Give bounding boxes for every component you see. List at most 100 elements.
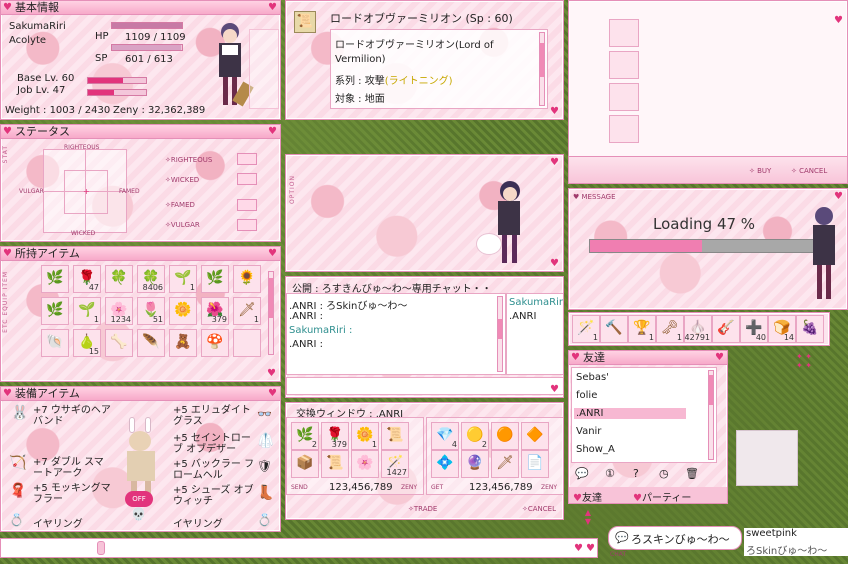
- help-icon[interactable]: ?: [633, 467, 639, 480]
- buy-button[interactable]: ✧ BUY: [749, 167, 771, 175]
- option-side-tab[interactable]: OPTION: [289, 175, 296, 204]
- equip-left-1[interactable]: +7 ウサギのヘアバンド: [33, 405, 113, 427]
- trade-get-slot[interactable]: 🟡 2: [461, 422, 489, 450]
- inventory-slot[interactable]: 🌼: [169, 297, 197, 325]
- trade-get-slot[interactable]: 🟠: [491, 422, 519, 450]
- friend-item[interactable]: Sebas': [574, 372, 686, 383]
- trade-get-slot[interactable]: 💎 4: [431, 422, 459, 450]
- inventory-slot[interactable]: 🍀: [105, 265, 133, 293]
- inventory-slot[interactable]: [233, 329, 261, 357]
- friend-item[interactable]: Vanir: [574, 426, 686, 437]
- close-heart-button[interactable]: ♥: [550, 106, 559, 117]
- option-close-heart-bottom[interactable]: ♥: [550, 258, 559, 269]
- skill-scrollbar[interactable]: [539, 32, 545, 106]
- trade-cancel-button[interactable]: ✧CANCEL: [522, 505, 556, 513]
- inventory-slot[interactable]: 🌷 51: [137, 297, 165, 325]
- friends-close[interactable]: ♥: [715, 352, 724, 363]
- message-close-heart[interactable]: ♥: [834, 191, 843, 202]
- chat-member[interactable]: SakumaRir: [509, 297, 563, 308]
- friends-scrollbar[interactable]: [708, 370, 714, 460]
- trade-button[interactable]: ✧TRADE: [408, 505, 437, 513]
- inventory-slot[interactable]: 🍀 8406: [137, 265, 165, 293]
- trade-get-slot[interactable]: 🔮: [461, 450, 489, 478]
- clock-icon[interactable]: ◷: [659, 467, 669, 480]
- basic-info-titlebar[interactable]: ♥ 基本情報: [1, 1, 280, 15]
- delete-icon[interactable]: 🗑: [685, 467, 699, 480]
- tab-friends[interactable]: ♥友達: [573, 489, 602, 503]
- hotbar-slot[interactable]: 🎸: [712, 315, 740, 343]
- costume-toggle-button[interactable]: OFF: [125, 491, 153, 507]
- minimize-button[interactable]: ♥: [268, 2, 277, 13]
- inventory-slot[interactable]: 🪶: [137, 329, 165, 357]
- equipment-titlebar[interactable]: ♥ 装備アイテム: [1, 387, 280, 401]
- friend-item[interactable]: folie: [574, 390, 686, 401]
- hotbar-slot[interactable]: 🔨: [600, 315, 628, 343]
- hotbar-slot[interactable]: 🗝 1: [656, 315, 684, 343]
- inventory-slot[interactable]: 🐚: [41, 329, 69, 357]
- friend-item[interactable]: Show_A: [574, 444, 686, 455]
- chat-input[interactable]: [286, 377, 563, 395]
- hotbar-slot[interactable]: 🏆 1: [628, 315, 656, 343]
- trade-send-slot[interactable]: 📦: [291, 450, 319, 478]
- shop-cancel-button[interactable]: ✧ CANCEL: [791, 167, 827, 175]
- hotbar-slot[interactable]: 🪄 1: [572, 315, 600, 343]
- inventory-slot[interactable]: 🌱 1: [73, 297, 101, 325]
- whisper-icon[interactable]: 💬: [575, 467, 589, 480]
- trade-send-slot[interactable]: 🌸: [351, 450, 379, 478]
- trade-send-slot[interactable]: 🌿 2: [291, 422, 319, 450]
- equip-right-3[interactable]: +5 バックラー フロームヘル: [173, 459, 255, 481]
- shop-close-heart[interactable]: ♥: [834, 15, 843, 26]
- inventory-slot[interactable]: 🌻: [233, 265, 261, 293]
- trade-get-slot[interactable]: 🗡: [491, 450, 519, 478]
- inventory-slot[interactable]: 🌱 1: [169, 265, 197, 293]
- hotbar-slot[interactable]: ➕ 40: [740, 315, 768, 343]
- chat-heart-1[interactable]: ♥: [574, 543, 583, 554]
- equip-left-3[interactable]: +5 モッキングマフラー: [33, 483, 113, 505]
- inventory-slot[interactable]: 🍐 15: [73, 329, 101, 357]
- trade-get-slot[interactable]: 💠: [431, 450, 459, 478]
- trade-send-slot[interactable]: 📜: [381, 422, 409, 450]
- shop-slot-1[interactable]: [609, 19, 639, 47]
- tab-party[interactable]: ♥パーティー: [633, 489, 691, 503]
- chat-input-cursor-handle[interactable]: [97, 541, 105, 555]
- inventory-slot[interactable]: 🗡 1: [233, 297, 261, 325]
- inventory-slot[interactable]: 🌿: [41, 297, 69, 325]
- equip-right-2[interactable]: +5 セイントローブ オブデザー: [173, 433, 255, 455]
- chat-input-bar[interactable]: ♥ ♥: [0, 538, 598, 558]
- equip-right-5[interactable]: イヤリング: [173, 515, 223, 530]
- equip-right-1[interactable]: +5 エリュダイトグラス: [173, 405, 255, 427]
- chat-bubble[interactable]: 💬 ろスキンびゅ〜わ〜: [608, 526, 742, 550]
- inventory-resize-heart[interactable]: ♥: [267, 368, 276, 379]
- inventory-slot[interactable]: 🌸 1234: [105, 297, 133, 325]
- chat-room-close[interactable]: ♥: [550, 384, 559, 395]
- hotbar-slot[interactable]: 🍇: [796, 315, 824, 343]
- equip-left-2[interactable]: +7 ダブル スマートアーク: [33, 457, 113, 479]
- status-field-4[interactable]: [237, 219, 257, 231]
- chat-heart-2[interactable]: ♥: [586, 543, 595, 554]
- inventory-scrollbar[interactable]: [268, 271, 274, 355]
- inventory-slot[interactable]: 🍄: [201, 329, 229, 357]
- equipment-minimize[interactable]: ♥: [268, 388, 277, 399]
- status-field-3[interactable]: [237, 199, 257, 211]
- status-field-2[interactable]: [237, 173, 257, 185]
- inventory-side-tabs[interactable]: ETC EQUIP ITEM: [2, 271, 9, 333]
- inventory-slot[interactable]: 🌹 47: [73, 265, 101, 293]
- chat-scrollbar[interactable]: [497, 296, 503, 372]
- shop-slot-4[interactable]: [609, 115, 639, 143]
- party-invite-icon[interactable]: ①: [605, 467, 615, 480]
- friends-titlebar[interactable]: ♥ 友達: [569, 351, 727, 365]
- hotbar-slot[interactable]: 🧄 42791: [684, 315, 712, 343]
- friend-item[interactable]: .ANRI: [574, 408, 686, 419]
- status-minimize[interactable]: ♥: [268, 126, 277, 137]
- status-field-1[interactable]: [237, 153, 257, 165]
- option-close-heart[interactable]: ♥: [550, 157, 559, 168]
- inventory-slot[interactable]: 🌺 379: [201, 297, 229, 325]
- inventory-slot[interactable]: 🧸: [169, 329, 197, 357]
- trade-get-slot[interactable]: 🔶: [521, 422, 549, 450]
- status-titlebar[interactable]: ♥ ステータス: [1, 125, 280, 139]
- inventory-slot[interactable]: 🦴: [105, 329, 133, 357]
- equip-right-4[interactable]: +5 シューズ オブ ウィッチ: [173, 485, 255, 507]
- trade-get-slot[interactable]: 📄: [521, 450, 549, 478]
- shop-slot-2[interactable]: [609, 51, 639, 79]
- chat-member[interactable]: .ANRI: [509, 311, 536, 322]
